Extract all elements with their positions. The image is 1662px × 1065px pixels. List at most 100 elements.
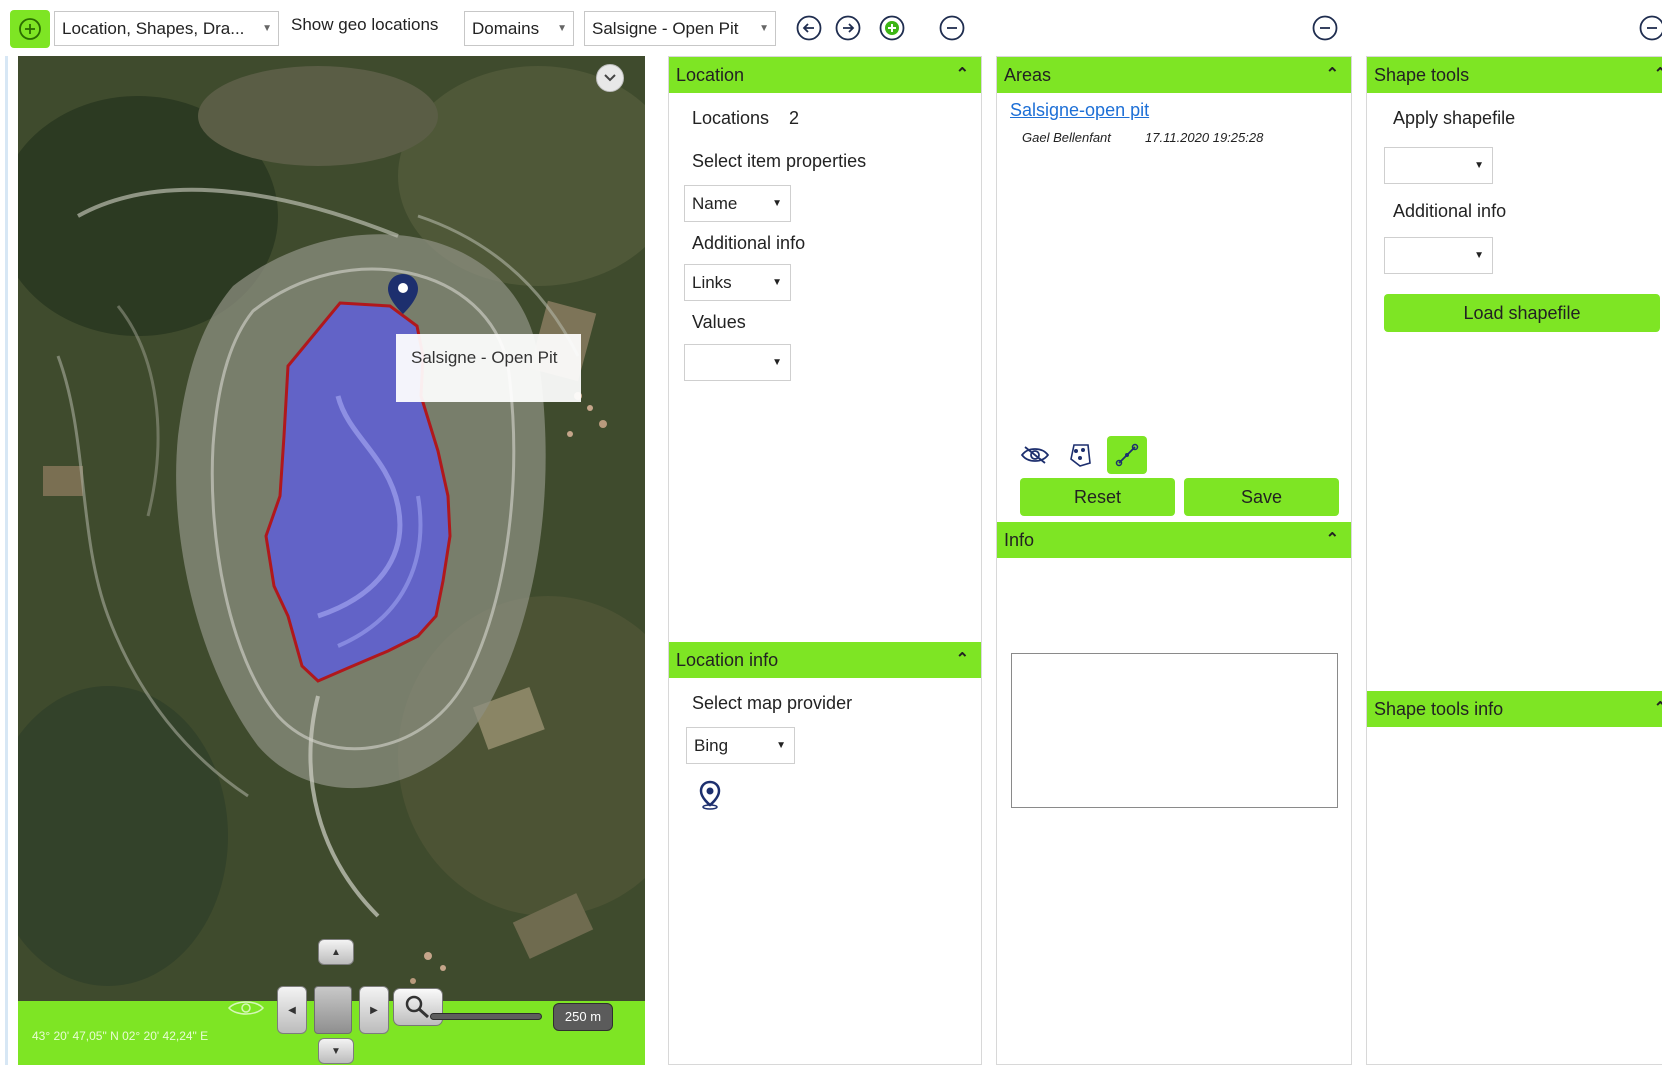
- location-select-value: Salsigne - Open Pit: [592, 19, 739, 38]
- chevron-down-icon: ▼: [759, 23, 769, 34]
- chevron-down-icon: ▼: [772, 357, 782, 368]
- area-timestamp: 17.11.2020 19:25:28: [1145, 130, 1264, 145]
- category-select[interactable]: Domains ▼: [464, 11, 574, 46]
- location-tooltip: Salsigne - Open Pit: [396, 334, 581, 402]
- hide-area-button[interactable]: [1017, 437, 1053, 473]
- chevron-down-icon: ▼: [776, 740, 786, 751]
- location-info-panel-title: Location info: [676, 650, 779, 670]
- eye-slash-icon: [1020, 446, 1050, 464]
- areas-panel-header[interactable]: Areas ⌃: [997, 57, 1351, 93]
- chevron-up-icon[interactable]: ⌃: [956, 57, 969, 93]
- values-select[interactable]: ▼: [684, 344, 791, 381]
- chevron-down-icon: ▼: [772, 277, 782, 288]
- arrow-right-circle-icon[interactable]: [834, 14, 862, 42]
- triangle-up-icon: ▲: [331, 946, 341, 958]
- reset-button[interactable]: Reset: [1020, 478, 1175, 516]
- minus-circle-icon[interactable]: [1311, 14, 1339, 42]
- additional-info-label: Additional info: [692, 233, 806, 253]
- arrow-left-circle-icon[interactable]: [795, 14, 823, 42]
- toolbar: Location, Shapes, Dra... ▼ Show geo loca…: [0, 0, 1662, 56]
- zoom-slider[interactable]: [430, 1013, 542, 1020]
- pan-up-button[interactable]: ▲: [318, 939, 354, 965]
- edit-points-button[interactable]: [1062, 437, 1098, 473]
- triangle-left-icon: ◀: [288, 1004, 296, 1016]
- item-property-value: Name: [692, 194, 738, 213]
- chevron-up-icon[interactable]: ⌃: [1654, 691, 1662, 727]
- zoom-magnifier-button[interactable]: [393, 988, 443, 1026]
- location-select[interactable]: Salsigne - Open Pit ▼: [584, 11, 776, 46]
- chevron-down-icon: ▼: [1474, 250, 1484, 261]
- pan-center-button[interactable]: [314, 986, 352, 1034]
- additional-info-value: Links: [692, 273, 732, 292]
- values-label: Values: [692, 312, 746, 332]
- chevron-down-icon: ▼: [557, 23, 567, 34]
- chevron-down-icon: [604, 74, 616, 82]
- map-provider-value: Bing: [694, 736, 729, 755]
- satellite-map[interactable]: Salsigne - Open Pit: [18, 56, 645, 1065]
- select-item-properties-label: Select item properties: [692, 151, 867, 171]
- areas-column: Areas ⌃ Salsigne-open pit Gael Bellenfan…: [996, 56, 1352, 1065]
- left-edge-bar: [5, 56, 8, 1065]
- view-select-value: Location, Shapes, Dra...: [62, 19, 245, 38]
- area-link[interactable]: Salsigne-open pit: [1010, 100, 1149, 121]
- pan-down-button[interactable]: ▼: [318, 1038, 354, 1064]
- locate-button[interactable]: [692, 777, 728, 813]
- chevron-up-icon[interactable]: ⌃: [1326, 522, 1339, 558]
- save-button[interactable]: Save: [1184, 478, 1339, 516]
- map-coordinates: 43° 20' 47,05" N 02° 20' 42,24" E: [32, 1029, 209, 1043]
- areas-panel-title: Areas: [1004, 65, 1052, 85]
- shape-tools-column: Shape tools ⌃ Apply shapefile ▼ Addition…: [1366, 56, 1662, 1065]
- info-panel-header[interactable]: Info ⌃: [997, 522, 1351, 558]
- select-map-provider-label: Select map provider: [692, 693, 853, 713]
- view-select[interactable]: Location, Shapes, Dra... ▼: [54, 11, 279, 46]
- chevron-down-icon: ▼: [1474, 160, 1484, 171]
- map-provider-select[interactable]: Bing ▼: [686, 727, 795, 764]
- magnifier-icon: [405, 995, 429, 1019]
- shape-points-icon: [1070, 444, 1091, 467]
- pan-left-button[interactable]: ◀: [277, 986, 307, 1034]
- add-green-circle-icon[interactable]: [878, 14, 906, 42]
- location-panel-title: Location: [676, 65, 745, 85]
- map-collapse-button[interactable]: [596, 64, 624, 92]
- shape-tools-panel-header[interactable]: Shape tools ⌃: [1367, 57, 1662, 93]
- shape-tools-panel-title: Shape tools: [1374, 65, 1470, 85]
- add-circle-icon: [19, 18, 41, 40]
- minus-circle-icon[interactable]: [938, 14, 966, 42]
- minus-circle-icon[interactable]: [1638, 14, 1662, 42]
- apply-shapefile-label: Apply shapefile: [1393, 108, 1516, 128]
- triangle-right-icon: ▶: [370, 1004, 378, 1016]
- chevron-up-icon[interactable]: ⌃: [956, 642, 969, 678]
- map-marker-icon: [699, 780, 721, 810]
- apply-shapefile-select[interactable]: ▼: [1384, 147, 1493, 184]
- locations-label: Locations: [692, 108, 770, 128]
- item-property-select[interactable]: Name ▼: [684, 185, 791, 222]
- load-shapefile-button[interactable]: Load shapefile: [1384, 294, 1660, 332]
- location-column: Location ⌃ Locations 2 Select item prope…: [668, 56, 982, 1065]
- chevron-down-icon: ▼: [772, 198, 782, 209]
- satellite-imagery: [18, 56, 645, 1065]
- eye-icon[interactable]: [226, 998, 266, 1018]
- location-info-panel-header[interactable]: Location info ⌃: [669, 642, 981, 678]
- chevron-up-icon[interactable]: ⌃: [1654, 57, 1662, 93]
- pan-right-button[interactable]: ▶: [359, 986, 389, 1034]
- chevron-up-icon[interactable]: ⌃: [1326, 57, 1339, 93]
- draw-line-icon: [1115, 443, 1139, 467]
- shape-additional-info-label: Additional info: [1393, 201, 1507, 221]
- shape-additional-info-select[interactable]: ▼: [1384, 237, 1493, 274]
- scale-indicator: 250 m: [553, 1003, 613, 1031]
- chevron-down-icon: ▼: [262, 23, 272, 34]
- area-author: Gael Bellenfant: [1022, 130, 1111, 145]
- category-select-value: Domains: [472, 19, 540, 38]
- info-panel-title: Info: [1004, 530, 1035, 550]
- info-textbox[interactable]: [1011, 653, 1338, 808]
- add-view-button[interactable]: [10, 10, 50, 48]
- shape-tools-info-panel-header[interactable]: Shape tools info ⌃: [1367, 691, 1662, 727]
- additional-info-select[interactable]: Links ▼: [684, 264, 791, 301]
- draw-line-button[interactable]: [1107, 436, 1147, 474]
- shape-tools-info-panel-title: Shape tools info: [1374, 699, 1504, 719]
- location-panel-header[interactable]: Location ⌃: [669, 57, 981, 93]
- triangle-down-icon: ▼: [331, 1045, 341, 1057]
- show-geo-locations-label: Show geo locations: [291, 15, 439, 34]
- locations-count: 2: [789, 108, 800, 128]
- app-root: Location, Shapes, Dra... ▼ Show geo loca…: [0, 0, 1662, 1065]
